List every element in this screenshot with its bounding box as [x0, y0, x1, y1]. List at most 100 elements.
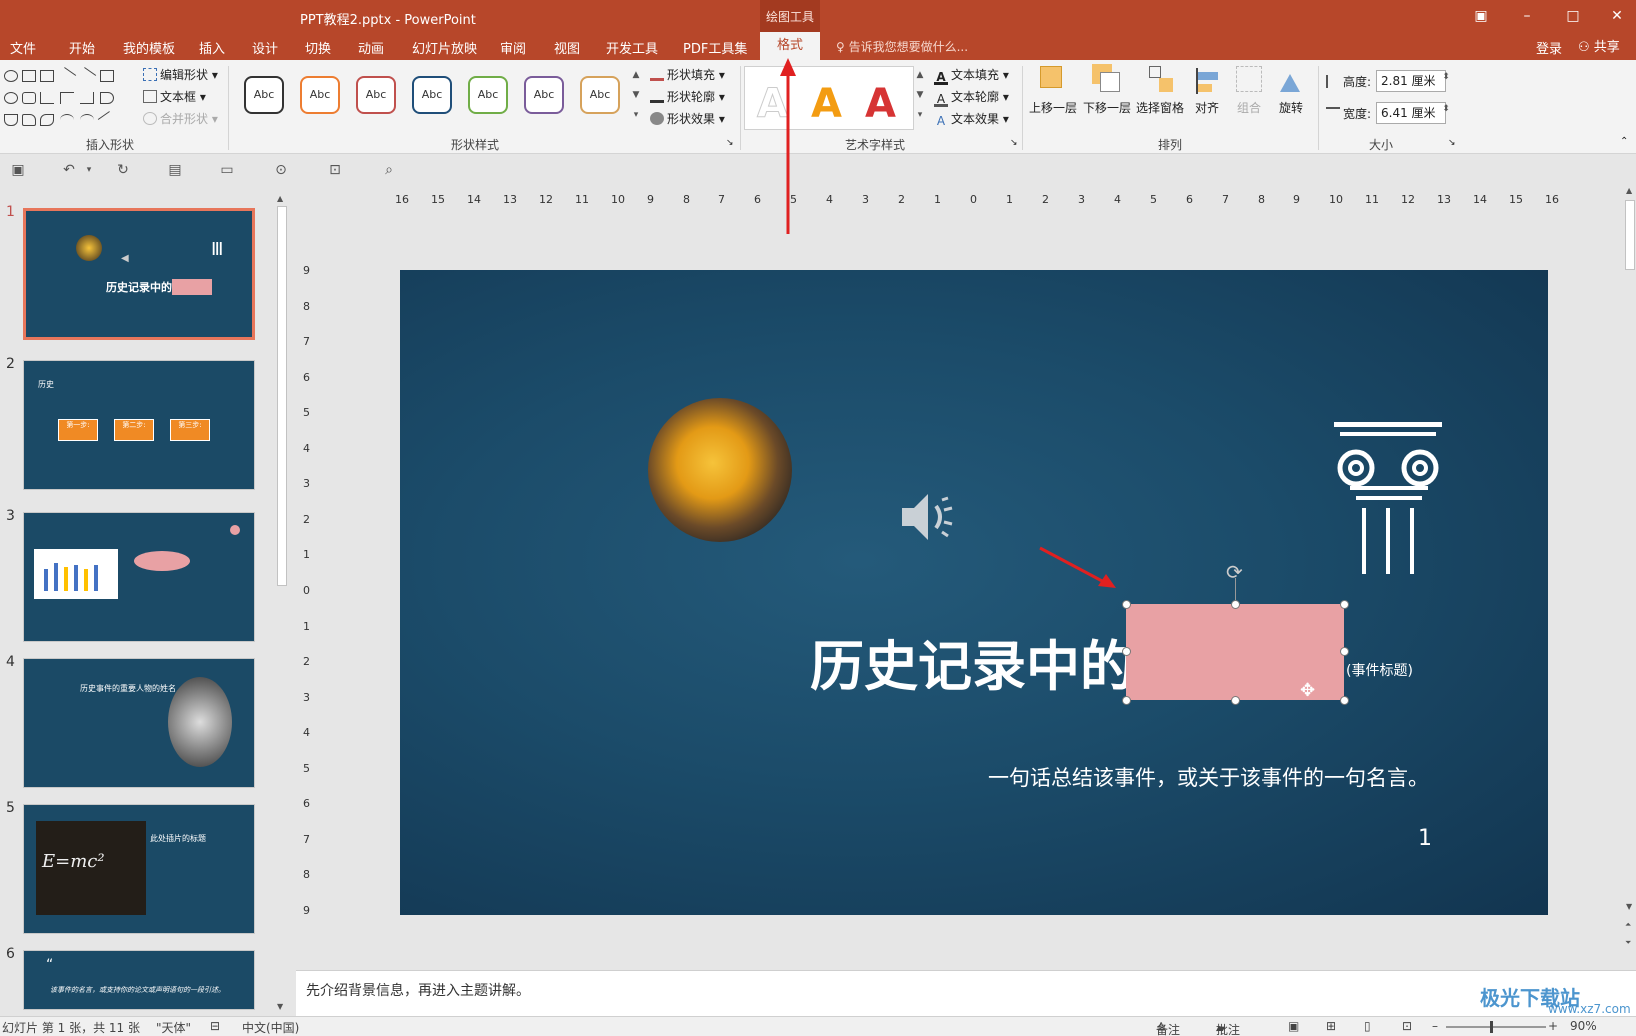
zoom-in-icon[interactable]: +	[1548, 1019, 1558, 1033]
tab-view[interactable]: 视图	[554, 38, 580, 57]
shape-down-arrow-icon[interactable]	[4, 114, 18, 126]
language-status[interactable]: 中文(中国)	[242, 1019, 299, 1036]
scroll-up-icon[interactable]: ▲	[277, 194, 283, 203]
wordart-scroll-up-icon[interactable]: ▲	[914, 70, 926, 80]
tab-pdf-tools[interactable]: PDF工具集	[683, 38, 747, 57]
editor-scrollbar[interactable]: ▲ ▼ ⏶ ⏷	[1624, 186, 1636, 970]
tab-animations[interactable]: 动画	[358, 38, 384, 57]
tab-design[interactable]: 设计	[252, 38, 278, 57]
maximize-button[interactable]: □	[1562, 6, 1584, 26]
shape-oval-icon[interactable]	[4, 92, 18, 104]
merge-shapes-button[interactable]: 合并形状 ▾	[143, 110, 218, 127]
shape-style-3[interactable]: Abc	[356, 76, 396, 114]
zoom-out-icon[interactable]: –	[1432, 1019, 1438, 1033]
text-box-button[interactable]: 文本框 ▾	[143, 88, 206, 105]
resize-handle-ne[interactable]	[1340, 600, 1349, 609]
text-outline-button[interactable]: A 文本轮廓 ▾	[934, 88, 1009, 107]
scroll-down-icon[interactable]: ▼	[1626, 902, 1632, 911]
text-effects-button[interactable]: A 文本效果 ▾	[934, 110, 1009, 128]
align-button[interactable]: 对齐	[1190, 64, 1224, 116]
editor-scroll-thumb[interactable]	[1625, 200, 1635, 270]
shape-fill-button[interactable]: 形状填充 ▾	[650, 66, 725, 83]
spellcheck-icon[interactable]: ⊟	[210, 1019, 220, 1033]
tab-file[interactable]: 文件	[10, 38, 36, 57]
undo-icon[interactable]: ↶	[60, 161, 78, 179]
shape-connector-icon[interactable]	[97, 111, 117, 129]
shape-freeform-icon[interactable]	[22, 114, 36, 126]
login-link[interactable]: 登录	[1536, 38, 1562, 57]
restore-ribbon-icon[interactable]: ▣	[1470, 6, 1492, 26]
shape-style-2[interactable]: Abc	[300, 76, 340, 114]
shape-elbow2-icon[interactable]	[80, 92, 94, 104]
save-icon[interactable]: ▣	[9, 161, 27, 179]
tab-format[interactable]: 格式	[760, 32, 820, 60]
slide-thumbnail-2[interactable]: 历史 第一步: 第二步: 第三步:	[23, 360, 255, 490]
height-spinner-icon[interactable]: ⬍	[1440, 72, 1452, 82]
slide-thumbnail-1[interactable]: ◀ 历史记录中的 Ⅲ	[23, 208, 255, 340]
width-spinner-icon[interactable]: ⬍	[1440, 104, 1452, 114]
rotate-button[interactable]: 旋转	[1274, 64, 1308, 116]
resize-handle-e[interactable]	[1340, 647, 1349, 656]
gallery-scroll-down-icon[interactable]: ▼	[630, 90, 642, 100]
next-slide-icon[interactable]: ⏷	[1625, 938, 1631, 948]
text-fill-button[interactable]: A 文本填充 ▾	[934, 66, 1009, 85]
undo-dropdown-icon[interactable]: ▾	[80, 161, 98, 179]
zoom-level[interactable]: 90%	[1570, 1019, 1597, 1033]
shape-vtextbox-icon[interactable]	[40, 70, 54, 82]
group-button[interactable]: 组合	[1232, 64, 1266, 116]
resize-handle-nw[interactable]	[1122, 600, 1131, 609]
shape-style-7[interactable]: Abc	[580, 76, 620, 114]
slideshow-icon[interactable]: ⊙	[272, 161, 290, 179]
scroll-down-icon[interactable]: ▼	[277, 1002, 283, 1011]
notes-text[interactable]: 先介绍背景信息，再进入主题讲解。	[306, 980, 530, 1000]
tab-my-templates[interactable]: 我的模板	[123, 38, 175, 57]
reading-view-icon[interactable]: ▯	[1364, 1019, 1371, 1033]
slide-quote[interactable]: 一句话总结该事件，或关于该事件的一句名言。	[988, 762, 1429, 792]
send-backward-button[interactable]: 下移一层	[1082, 64, 1132, 116]
present-icon[interactable]: ⊡	[326, 161, 344, 179]
resize-handle-sw[interactable]	[1122, 696, 1131, 705]
tab-transitions[interactable]: 切换	[305, 38, 331, 57]
gallery-more-icon[interactable]: ▾	[630, 110, 642, 120]
shape-triangle-icon[interactable]	[40, 92, 54, 104]
resize-handle-se[interactable]	[1340, 696, 1349, 705]
shape-star-icon[interactable]	[4, 70, 18, 82]
tab-review[interactable]: 审阅	[500, 38, 526, 57]
event-title-label[interactable]: (事件标题)	[1346, 660, 1413, 680]
resize-handle-n[interactable]	[1231, 600, 1240, 609]
notes-pane[interactable]: 先介绍背景信息，再进入主题讲解。	[296, 970, 1636, 1016]
thumbnails-scrollbar[interactable]: ▲ ▼	[275, 194, 289, 1014]
shape-scribble-icon[interactable]	[40, 114, 54, 126]
slide-thumbnail-6[interactable]: “ 该事件的名言，或支持你的论文或声明语句的一段引述。	[23, 950, 255, 1010]
selection-pane-button[interactable]: 选择窗格	[1134, 64, 1186, 116]
shape-elbow-icon[interactable]	[60, 92, 74, 104]
slide-thumbnail-5[interactable]: E=mc² 此处插片的标题	[23, 804, 255, 934]
slide-thumbnail-3[interactable]	[23, 512, 255, 642]
minimize-button[interactable]: –	[1516, 6, 1538, 26]
slide-canvas[interactable]: 历史记录中的 ⟳ ✥ (事件标题) 一句话总结该事件，或关于该事件的一句名言。 …	[400, 270, 1548, 915]
dialog-launcher-icon[interactable]: ↘	[726, 138, 734, 148]
shape-rounded-rect-icon[interactable]	[22, 92, 36, 104]
tab-insert[interactable]: 插入	[199, 38, 225, 57]
width-input[interactable]: 6.41 厘米	[1376, 102, 1446, 124]
shape-outline-button[interactable]: 形状轮廓 ▾	[650, 88, 725, 105]
wordart-more-icon[interactable]: ▾	[914, 110, 926, 120]
wordart-launcher-icon[interactable]: ↘	[1010, 138, 1018, 148]
slideshow-view-icon[interactable]: ⊡	[1402, 1019, 1412, 1033]
shape-style-5[interactable]: Abc	[468, 76, 508, 114]
thumbnails-scroll-thumb[interactable]	[277, 206, 287, 586]
shape-rectangle-icon[interactable]	[100, 70, 114, 82]
new-slide-icon[interactable]: ▤	[166, 161, 184, 179]
collapse-ribbon-icon[interactable]: ⌃	[1620, 136, 1628, 147]
shape-curve-icon[interactable]	[80, 114, 94, 126]
wordart-style-2[interactable]: A	[811, 81, 842, 127]
tab-home[interactable]: 开始	[69, 38, 95, 57]
tab-developer[interactable]: 开发工具	[606, 38, 658, 57]
preview-icon[interactable]: ⌕	[380, 161, 398, 179]
slide-page-number[interactable]: 1	[1418, 826, 1432, 851]
shape-arc-icon[interactable]	[60, 114, 74, 126]
prev-slide-icon[interactable]: ⏶	[1625, 920, 1631, 930]
close-button[interactable]: ✕	[1606, 6, 1628, 26]
shape-style-4[interactable]: Abc	[412, 76, 452, 114]
shape-right-arrow-icon[interactable]	[100, 92, 114, 104]
